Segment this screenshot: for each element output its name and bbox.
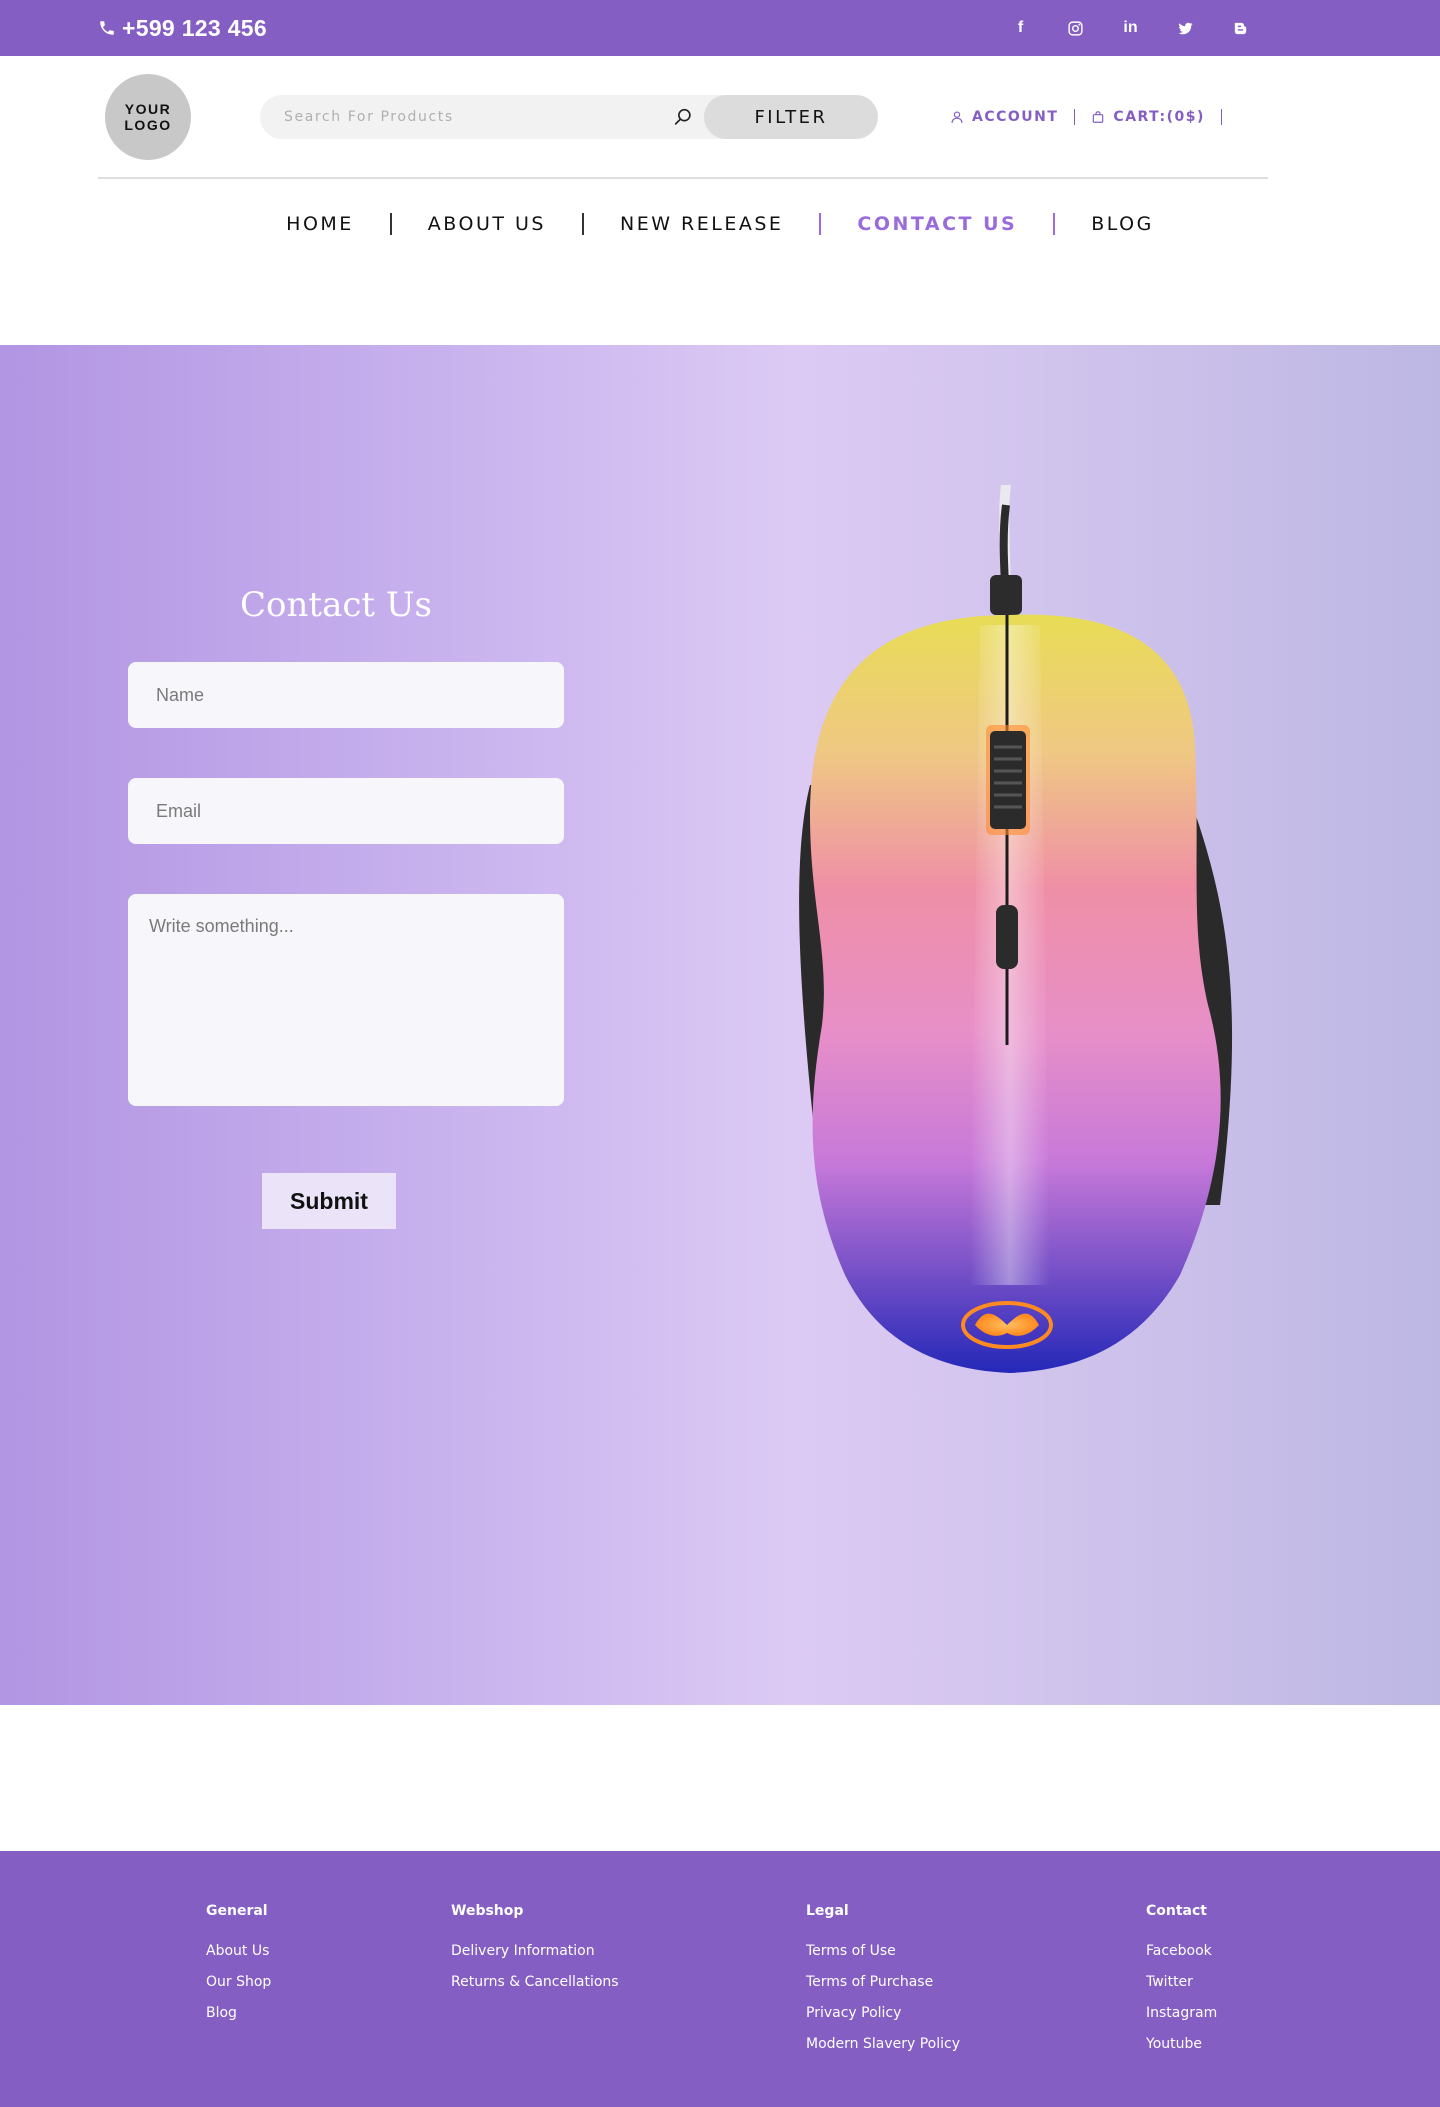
footer-link[interactable]: Delivery Information — [451, 1943, 619, 1960]
twitter-icon — [1178, 22, 1193, 34]
phone-text: +599 123 456 — [122, 14, 267, 41]
gaming-mouse-image — [799, 485, 1233, 1373]
cart-link[interactable]: CART:(0$) — [1091, 109, 1204, 125]
footer-link[interactable]: Facebook — [1146, 1943, 1217, 1960]
logo-line-1: YOUR — [124, 101, 172, 117]
footer-link[interactable]: Privacy Policy — [806, 2005, 960, 2022]
nav-item-blog[interactable]: BLOG — [1055, 213, 1190, 235]
footer-link[interactable]: Twitter — [1146, 1974, 1217, 1991]
email-field[interactable] — [128, 778, 564, 844]
linkedin-link[interactable]: in — [1103, 14, 1158, 42]
shopping-bag-icon — [1093, 111, 1104, 123]
name-field[interactable] — [128, 662, 564, 728]
nav-item-about-us[interactable]: ABOUT US — [392, 213, 582, 235]
contact-hero: Contact Us Submit — [0, 345, 1440, 1705]
cart-label: CART:(0$) — [1113, 109, 1205, 125]
footer-heading: Legal — [806, 1903, 849, 1919]
footer-link[interactable]: Youtube — [1146, 2036, 1217, 2053]
footer-link[interactable]: Modern Slavery Policy — [806, 2036, 960, 2053]
facebook-link[interactable]: f — [993, 14, 1048, 42]
footer-column-contact: Contact Facebook Twitter Instagram Youtu… — [1146, 1903, 1217, 2067]
account-links: ACCOUNT CART:(0$) — [950, 106, 1238, 128]
message-field[interactable] — [128, 894, 564, 1106]
account-divider — [1074, 109, 1076, 125]
phone-icon — [100, 21, 114, 35]
main-nav: HOME ABOUT US NEW RELEASE CONTACT US BLO… — [0, 208, 1440, 240]
footer-link[interactable]: Our Shop — [206, 1974, 271, 1991]
footer-link[interactable]: About Us — [206, 1943, 271, 1960]
footer-heading: Contact — [1146, 1903, 1207, 1919]
nav-item-new-release[interactable]: NEW RELEASE — [584, 213, 819, 235]
search-icon[interactable] — [672, 106, 694, 128]
footer-heading: General — [206, 1903, 268, 1919]
logo-line-2: LOGO — [124, 117, 172, 133]
footer-link[interactable]: Terms of Purchase — [806, 1974, 960, 1991]
footer-column-webshop: Webshop Delivery Information Returns & C… — [451, 1903, 619, 2005]
site-footer: General About Us Our Shop Blog Webshop D… — [0, 1851, 1440, 2107]
twitter-link[interactable] — [1158, 14, 1213, 42]
linkedin-icon: in — [1123, 19, 1138, 36]
nav-item-home[interactable]: HOME — [250, 213, 390, 235]
social-links: f in — [993, 14, 1268, 42]
footer-heading: Webshop — [451, 1903, 524, 1919]
filter-button[interactable]: FILTER — [704, 95, 878, 139]
nav-item-contact-us[interactable]: CONTACT US — [821, 213, 1053, 235]
search-bar: FILTER — [260, 95, 878, 139]
site-logo[interactable]: YOUR LOGO — [105, 74, 191, 160]
submit-button[interactable]: Submit — [262, 1173, 396, 1229]
blogger-link[interactable] — [1213, 14, 1268, 42]
footer-link[interactable]: Blog — [206, 2005, 271, 2022]
footer-link[interactable]: Returns & Cancellations — [451, 1974, 619, 1991]
user-icon — [951, 111, 963, 123]
footer-link[interactable]: Instagram — [1146, 2005, 1217, 2022]
instagram-icon — [1068, 20, 1083, 36]
contact-title: Contact Us — [240, 585, 432, 625]
phone-number[interactable]: +599 123 456 — [98, 14, 267, 42]
search-input[interactable] — [284, 95, 664, 139]
facebook-icon: f — [1017, 19, 1024, 36]
footer-link[interactable]: Terms of Use — [806, 1943, 960, 1960]
page: +599 123 456 f in YOUR LOGO FILTE — [0, 0, 1440, 2107]
top-bar: +599 123 456 f in — [0, 0, 1440, 56]
account-link[interactable]: ACCOUNT — [950, 109, 1058, 125]
footer-column-general: General About Us Our Shop Blog — [206, 1903, 271, 2036]
cart-divider — [1220, 109, 1222, 125]
account-label: ACCOUNT — [972, 109, 1059, 125]
footer-column-legal: Legal Terms of Use Terms of Purchase Pri… — [806, 1903, 960, 2067]
instagram-link[interactable] — [1048, 14, 1103, 42]
blogger-icon — [1234, 22, 1247, 34]
header-divider — [98, 177, 1268, 179]
